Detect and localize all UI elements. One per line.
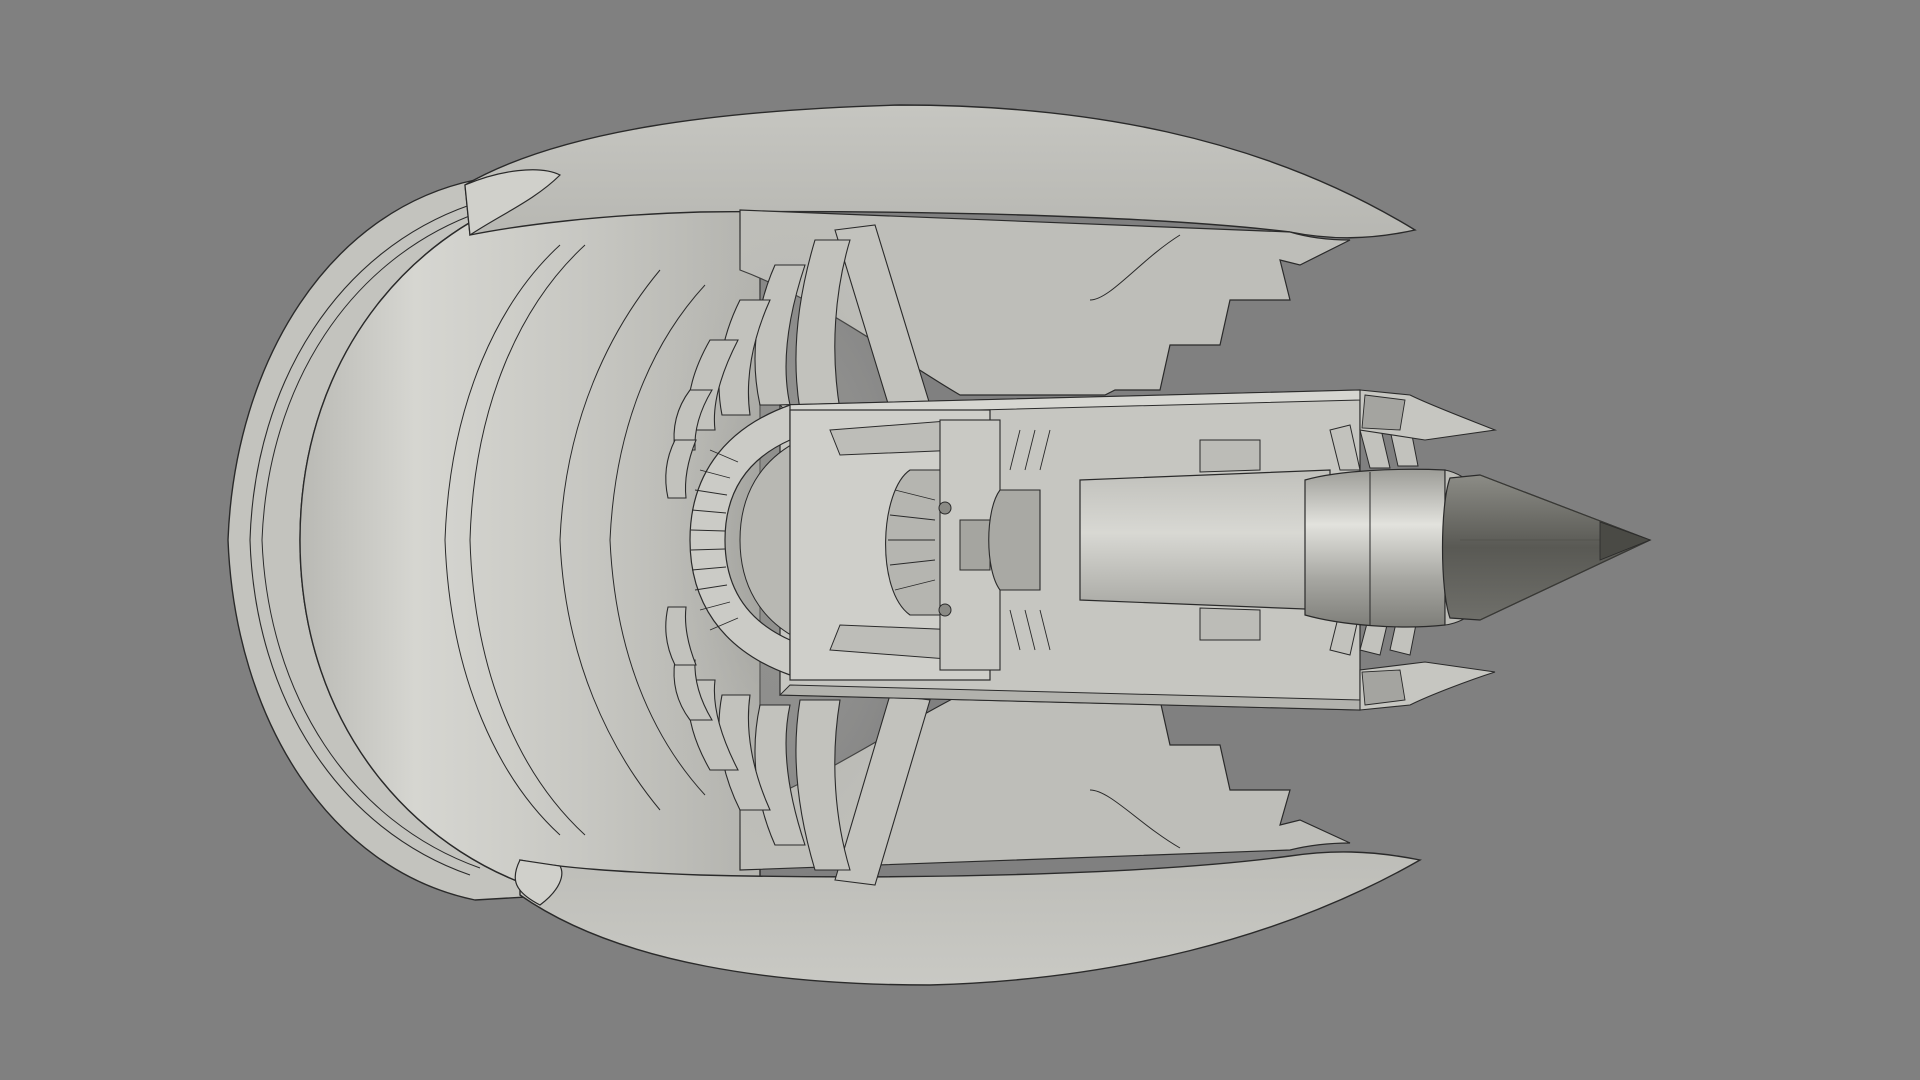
cad-viewport[interactable] [0,0,1920,1080]
exhaust-tail-cone [1441,474,1652,621]
engine-model-canvas[interactable] [0,0,1920,1080]
